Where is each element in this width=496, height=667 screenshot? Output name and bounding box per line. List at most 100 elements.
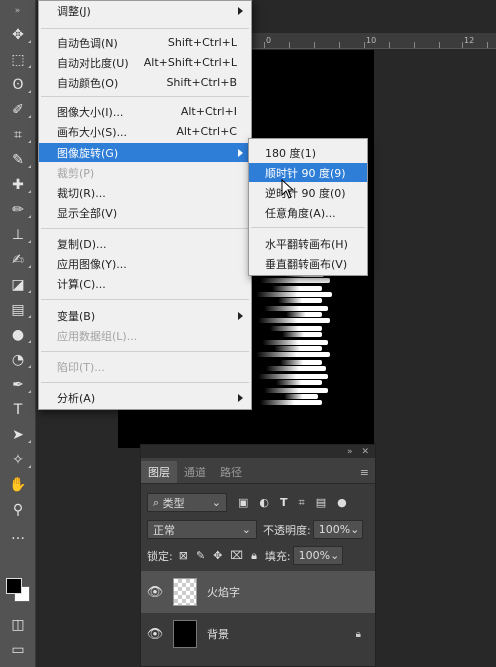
pen-icon[interactable]: ✒ [0,372,36,397]
panel-menu-icon[interactable]: ≡ [360,466,369,479]
visibility-eye-icon[interactable]: 👁︎ [141,627,169,642]
submenu-item[interactable]: 任意角度(A)... [249,203,367,222]
menu-item-label: 应用图像(Y)... [57,257,127,271]
eyedropper-icon[interactable]: ✎ [0,147,36,172]
menu-item[interactable]: 显示全部(V) [39,203,251,222]
menu-item[interactable]: 计算(C)... [39,274,251,293]
menu-item[interactable]: 自动对比度(U) Alt+Shift+Ctrl+L [39,53,251,72]
type-icon[interactable]: T [0,397,36,422]
hand-icon[interactable]: ✋ [0,472,36,497]
more-icon[interactable]: … [0,522,36,547]
close-panel-icon[interactable]: ✕ [361,447,369,457]
menu-item[interactable]: 图像旋转(G) [39,143,251,162]
tab-channels[interactable]: 通道 [177,461,213,483]
move-icon[interactable]: ✥ [0,22,36,47]
dodge-icon[interactable]: ◔ [0,347,36,372]
lock-artboard-icon[interactable]: ⌧ [230,549,243,562]
image-menu: 调整(J) 自动色调(N) Shift+Ctrl+L 自动对比度(U) Alt+Shif… [38,0,252,410]
foreground-color-swatch[interactable] [6,578,22,594]
layers-panel: » ✕ 图层 通道 路径 ≡ ⌕ 类型 ⌄ ▣ ◐ T ⌗ ▤ ● 正常 ⌄ 不透… [140,444,376,667]
menu-item[interactable]: 图像大小(I)... Alt+Ctrl+I [39,102,251,121]
menu-item[interactable]: 画布大小(S)... Alt+Ctrl+C [39,122,251,141]
path-select-icon[interactable]: ➤ [0,422,36,447]
filter-toggle-icon[interactable]: ● [337,496,347,509]
layer-filter-select[interactable]: ⌕ 类型 ⌄ [147,493,227,512]
submenu-item[interactable]: 水平翻转画布(H) [249,234,367,253]
menu-item: 应用数据组(L)... [39,326,251,345]
image-rotation-submenu: 180 度(1) 顺时针 90 度(9) 逆时针 90 度(0) 任意角度(A)...… [248,138,368,276]
menu-item: 裁剪(P) [39,163,251,182]
eraser-icon[interactable]: ◪ [0,272,36,297]
fill-field[interactable]: 100% ⌄ [292,546,343,565]
tab-layers[interactable]: 图层 [141,461,177,483]
search-icon: ⌕ [153,495,163,509]
brush-icon[interactable]: ✏ [0,197,36,222]
chevron-down-icon: ⌄ [241,523,251,536]
lock-transparent-icon[interactable]: ⊠ [179,549,188,562]
marquee-icon[interactable]: ⬚ [0,47,36,72]
shape-icon[interactable]: ✧ [0,447,36,472]
visibility-eye-icon[interactable]: 👁︎ [141,585,169,600]
menu-item-label: 裁切(R)... [57,186,106,200]
menu-item-label: 计算(C)... [57,277,106,291]
zoom-icon[interactable]: ⚲ [0,497,36,522]
submenu-item-label: 水平翻转画布(H) [265,237,348,251]
opacity-field[interactable]: 100% ⌄ [312,520,363,539]
color-swatches[interactable] [4,574,34,608]
quick-mask-icon[interactable]: ◫ [0,612,36,637]
submenu-item[interactable]: 逆时针 90 度(0) [249,183,367,202]
blend-mode-select[interactable]: 正常 ⌄ [147,520,257,539]
menu-separator [41,96,249,97]
stamp-icon[interactable]: ⊥ [0,222,36,247]
collapse-panel-icon[interactable]: » [347,447,353,457]
layer-row-fire-text[interactable]: 👁︎ 火焰字 [141,571,375,613]
quick-select-icon[interactable]: ✐ [0,97,36,122]
filter-kind-value: 类型 [162,496,185,510]
menu-item[interactable]: 变量(B) [39,306,251,325]
ruler-label: 10 [366,36,377,45]
menu-separator [41,299,249,300]
opacity-value: 100% [318,523,351,536]
history-brush-icon[interactable]: ✍ [0,247,36,272]
tools-panel: » ✥ ⬚ ʘ ✐ ⌗ ✎ ✚ ✏ ⊥ ✍ ◪ ▤ ● ◔ ✒ T ➤ ✧ ✋ ⚲… ◫ ▭ [0,0,36,667]
ruler-label: 0 [266,36,272,45]
submenu-item[interactable]: 顺时针 90 度(9) [249,163,367,182]
lasso-icon[interactable]: ʘ [0,72,36,97]
menu-separator [41,382,249,383]
gradient-icon[interactable]: ▤ [0,297,36,322]
submenu-item-label: 180 度(1) [265,146,317,160]
fire-text-artwork [256,260,336,410]
menu-item[interactable]: 自动色调(N) Shift+Ctrl+L [39,33,251,52]
adjustment-filter-icon[interactable]: ◐ [259,496,269,509]
menu-item[interactable]: 分析(A) [39,388,251,407]
shape-filter-icon[interactable]: ⌗ [299,496,305,510]
pixel-filter-icon[interactable]: ▣ [238,496,248,509]
menu-item-label: 变量(B) [57,309,96,323]
menu-item[interactable]: 自动颜色(O) Shift+Ctrl+B [39,73,251,92]
crop-icon[interactable]: ⌗ [0,122,36,147]
toolbar-collapse-icon[interactable]: » [0,0,35,22]
submenu-arrow-icon [238,6,243,15]
menu-separator [41,228,249,229]
menu-item[interactable]: 复制(D)... [39,234,251,253]
menu-item[interactable]: 应用图像(Y)... [39,254,251,273]
submenu-item[interactable]: 180 度(1) [249,143,367,162]
menu-item[interactable]: 调整(J) [39,1,251,20]
submenu-item[interactable]: 垂直翻转画布(V) [249,254,367,273]
type-filter-icon[interactable]: T [280,496,288,509]
menu-item-shortcut: Alt+Shift+Ctrl+L [143,56,237,69]
layer-row-background[interactable]: 👁︎ 背景 🔒︎ [141,613,375,655]
lock-position-icon[interactable]: ✥ [213,549,222,562]
smart-object-filter-icon[interactable]: ▤ [316,496,326,509]
opacity-label: 不透明度: [263,523,311,537]
menu-item[interactable]: 裁切(R)... [39,183,251,202]
blur-icon[interactable]: ● [0,322,36,347]
layer-thumbnail [173,578,197,606]
screen-mode-icon[interactable]: ▭ [0,637,36,662]
layer-name: 火焰字 [207,586,240,599]
healing-icon[interactable]: ✚ [0,172,36,197]
tab-paths[interactable]: 路径 [213,461,249,483]
lock-pixels-icon[interactable]: ✎ [196,549,205,562]
lock-all-icon[interactable]: 🔒︎ [251,549,257,563]
blend-mode-value: 正常 [153,523,175,537]
